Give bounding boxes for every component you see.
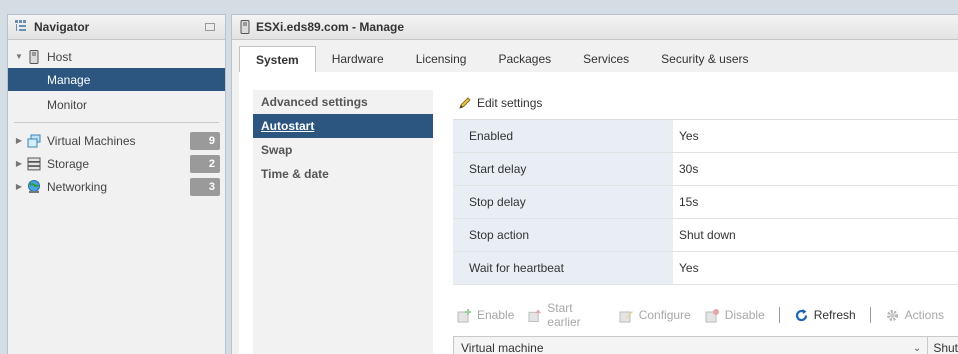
expand-right-icon[interactable]: ▶: [14, 182, 24, 191]
expand-right-icon[interactable]: ▶: [14, 159, 24, 168]
main-panel: ESXi.eds89.com - Manage System Hardware …: [231, 14, 958, 354]
refresh-icon: [795, 308, 807, 321]
configure-icon: [619, 310, 633, 322]
edit-settings-button[interactable]: Edit settings: [458, 96, 542, 110]
divider: [14, 122, 219, 123]
tree-item-virtual-machines-label: Virtual Machines: [47, 133, 136, 148]
start-earlier-button[interactable]: Start earlier: [528, 301, 604, 329]
disable-icon: [705, 308, 719, 322]
subnav-time-date[interactable]: Time & date: [253, 162, 433, 186]
settings-row: Stop action Shut down: [453, 219, 958, 252]
tab-bar: System Hardware Licensing Packages Servi…: [232, 46, 958, 72]
collapse-icon[interactable]: [205, 23, 215, 31]
refresh-label: Refresh: [813, 308, 856, 322]
vm-count-badge: 9: [190, 132, 220, 150]
setting-key: Stop delay: [453, 186, 673, 218]
main-header: ESXi.eds89.com - Manage: [232, 15, 958, 40]
actions-label: Actions: [904, 308, 945, 322]
subnav-swap[interactable]: Swap: [253, 138, 433, 162]
tree-item-manage[interactable]: Manage: [8, 68, 225, 91]
configure-button[interactable]: Configure: [619, 308, 691, 323]
column-header-shutdown[interactable]: Shut: [928, 341, 958, 354]
tree-item-storage-label: Storage: [47, 156, 90, 171]
pencil-icon: [459, 97, 471, 109]
actions-button[interactable]: Actions: [885, 308, 944, 323]
disable-label: Disable: [724, 308, 765, 322]
enable-icon: [457, 308, 471, 322]
tree-item-storage[interactable]: ▶ Storage 2: [8, 152, 225, 175]
tree-item-networking[interactable]: ▶ Networking 3: [8, 175, 225, 198]
toolbar-divider: [778, 307, 780, 323]
navigator-header: Navigator: [8, 15, 225, 40]
tab-content: Advanced settings Autostart Swap Time & …: [239, 72, 958, 354]
refresh-button[interactable]: Refresh: [794, 308, 856, 323]
start-earlier-label: Start earlier: [547, 301, 581, 329]
configure-label: Configure: [638, 308, 691, 322]
setting-value: Shut down: [679, 228, 736, 242]
tab-services[interactable]: Services: [567, 46, 645, 72]
tree-item-host[interactable]: ▼ Host: [8, 45, 225, 68]
host-icon: [27, 49, 41, 64]
tree-item-virtual-machines[interactable]: ▶ Virtual Machines 9: [8, 129, 225, 152]
tree-item-host-label: Host: [47, 49, 72, 64]
page-title: ESXi.eds89.com - Manage: [256, 20, 405, 34]
gear-icon: [886, 309, 898, 321]
tree-item-manage-label: Manage: [47, 72, 91, 87]
subnav-autostart[interactable]: Autostart: [253, 114, 433, 138]
networking-count-badge: 3: [190, 178, 220, 196]
setting-value: 30s: [679, 162, 699, 176]
settings-row: Wait for heartbeat Yes: [453, 252, 958, 285]
tab-licensing[interactable]: Licensing: [400, 46, 483, 72]
setting-value: 15s: [679, 195, 699, 209]
setting-key: Start delay: [453, 153, 673, 185]
column-header-virtual-machine[interactable]: Virtual machine ⌄: [454, 337, 929, 354]
toolbar-divider: [869, 307, 871, 323]
disable-button[interactable]: Disable: [705, 308, 765, 323]
navigator-icon: [14, 19, 28, 36]
settings-row: Enabled Yes: [453, 120, 958, 153]
tab-security-users[interactable]: Security & users: [645, 46, 764, 72]
autostart-settings-grid: Enabled Yes Start delay 30s Stop delay 1…: [453, 119, 958, 285]
tree-item-monitor-label: Monitor: [47, 97, 88, 112]
tree-item-networking-label: Networking: [47, 179, 108, 194]
edit-settings-label: Edit settings: [477, 96, 543, 110]
storage-count-badge: 2: [190, 155, 220, 173]
enable-label: Enable: [477, 308, 515, 322]
enable-button[interactable]: Enable: [457, 308, 514, 323]
navigator-title: Navigator: [34, 20, 90, 34]
host-icon: [240, 20, 250, 34]
settings-row: Stop delay 15s: [453, 186, 958, 219]
expand-right-icon[interactable]: ▶: [14, 136, 24, 145]
tab-system[interactable]: System: [239, 46, 316, 72]
setting-value: Yes: [679, 261, 699, 275]
vm-table-header: Virtual machine ⌄ Shut: [453, 336, 958, 354]
virtual-machines-icon: [27, 134, 41, 148]
navigator-panel: Navigator ▼ Host Manage Monitor ▶ Virtua…: [7, 14, 226, 354]
setting-key: Enabled: [453, 120, 673, 152]
expand-down-icon[interactable]: ▼: [14, 52, 24, 61]
column-header-label: Virtual machine: [461, 341, 544, 354]
vm-toolbar: Enable Start earlier Configure Disable R…: [457, 301, 958, 329]
subnav-advanced-settings[interactable]: Advanced settings: [253, 90, 433, 114]
networking-icon: [27, 179, 41, 194]
system-subnav: Advanced settings Autostart Swap Time & …: [253, 90, 433, 354]
tree-item-monitor[interactable]: Monitor: [8, 93, 225, 116]
setting-key: Wait for heartbeat: [453, 252, 673, 284]
setting-value: Yes: [679, 129, 699, 143]
tab-packages[interactable]: Packages: [482, 46, 567, 72]
storage-icon: [27, 157, 41, 171]
settings-row: Start delay 30s: [453, 153, 958, 186]
start-earlier-icon: [528, 308, 542, 322]
setting-key: Stop action: [453, 219, 673, 251]
tab-hardware[interactable]: Hardware: [316, 46, 400, 72]
chevron-down-icon[interactable]: ⌄: [913, 343, 921, 354]
